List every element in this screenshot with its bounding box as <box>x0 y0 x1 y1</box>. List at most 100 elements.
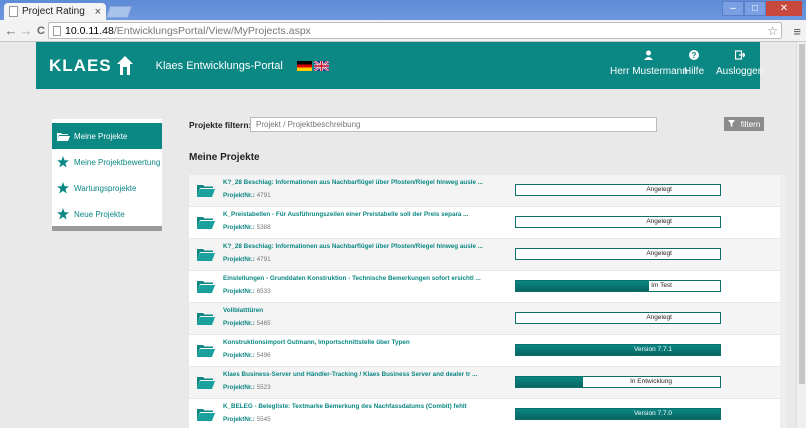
status-progress-bar: Version 7.7.1 <box>515 344 721 356</box>
page-scrollbar[interactable] <box>796 42 806 428</box>
project-number: ProjektNr.: 4791 <box>223 192 271 199</box>
status-progress-fill <box>516 377 584 387</box>
uk-flag-icon[interactable] <box>313 59 330 72</box>
folder-icon <box>197 312 215 328</box>
table-row[interactable]: Einstellungen - Grunddaten Konstruktion … <box>189 271 786 303</box>
status-progress-fill <box>516 345 720 355</box>
filter-button[interactable]: filtern <box>724 117 764 131</box>
browser-menu-icon[interactable]: ≡ <box>793 24 801 39</box>
folder-icon <box>197 184 215 200</box>
status-text: Im Test <box>651 282 672 289</box>
star-icon <box>56 182 70 194</box>
help-link[interactable]: ? Hilfe <box>684 50 704 77</box>
logout-link[interactable]: Ausloggen <box>716 50 763 77</box>
project-number-value: 5496 <box>256 352 271 359</box>
status-progress-bar: Angelegt <box>515 312 721 324</box>
status-text: Angelegt <box>646 250 672 257</box>
table-row[interactable]: Klaes Business-Server und Händler-Tracki… <box>189 367 786 399</box>
project-number-value: 6533 <box>256 288 271 295</box>
project-title[interactable]: K_Preistabellen - Für Ausführungszeilen … <box>223 211 468 218</box>
project-title[interactable]: K_BELEG - Belegliste: Textmarke Bemerkun… <box>223 403 467 410</box>
project-number-value: 4791 <box>256 256 271 263</box>
table-row[interactable]: Konstruktionsimport Gutmann, Importschni… <box>189 335 786 367</box>
project-number-label: ProjektNr.: <box>223 384 255 391</box>
folder-icon <box>197 344 215 360</box>
star-icon <box>56 208 70 220</box>
back-icon[interactable]: ← <box>4 23 18 38</box>
status-progress-bar: Angelegt <box>515 216 721 228</box>
status-text: In Entwicklung <box>630 378 672 385</box>
project-number: ProjektNr.: 5496 <box>223 352 271 359</box>
sidebar-item-label: Meine Projektbewertung <box>74 157 161 167</box>
user-menu[interactable]: Herr Mustermann <box>610 50 688 77</box>
forward-icon[interactable]: → <box>19 23 33 38</box>
project-number-value: 5388 <box>256 224 271 231</box>
filter-button-label: filtern <box>740 119 761 129</box>
status-text: Angelegt <box>646 218 672 225</box>
browser-titlebar: Project Rating × – □ ✕ <box>0 0 806 20</box>
new-tab-button[interactable] <box>106 6 132 18</box>
project-title[interactable]: K?_28 Beschlag: Informationen aus Nachba… <box>223 179 483 186</box>
sidebar-item-neue-projekte[interactable]: Neue Projekte <box>52 201 162 227</box>
table-row[interactable]: K?_28 Beschlag: Informationen aus Nachba… <box>189 175 786 207</box>
list-scrollbar[interactable] <box>780 175 786 428</box>
logout-label: Ausloggen <box>716 66 764 77</box>
browser-toolbar: ← → C 10.0.11.48 /EntwicklungsPortal/Vie… <box>0 20 806 42</box>
german-flag-icon[interactable] <box>296 60 312 71</box>
table-row[interactable]: K?_28 Beschlag: Informationen aus Nachba… <box>189 239 786 271</box>
project-number-label: ProjektNr.: <box>223 224 255 231</box>
project-number-value: 5523 <box>256 384 271 391</box>
browser-tab[interactable]: Project Rating × <box>4 3 106 20</box>
folder-icon <box>197 216 215 232</box>
status-text: Version 7.7.1 <box>634 346 672 353</box>
page-icon <box>53 25 61 36</box>
bookmark-star-icon[interactable]: ☆ <box>767 24 778 38</box>
project-title[interactable]: K?_28 Beschlag: Informationen aus Nachba… <box>223 243 483 250</box>
project-title[interactable]: Einstellungen - Grunddaten Konstruktion … <box>223 275 481 282</box>
klaes-logo[interactable]: KLAES <box>49 57 112 74</box>
filter-funnel-icon <box>727 119 735 129</box>
folder-icon <box>197 408 215 424</box>
scrollbar-thumb[interactable] <box>799 44 805 384</box>
project-title[interactable]: Klaes Business-Server und Händler-Tracki… <box>223 371 477 378</box>
folder-icon <box>197 248 215 264</box>
address-bar[interactable]: 10.0.11.48 /EntwicklungsPortal/View/MyPr… <box>48 22 782 39</box>
status-text: Version 7.7.0 <box>634 410 672 417</box>
status-text: Angelegt <box>646 186 672 193</box>
page-content: KLAES Klaes Entwicklungs-Portal Herr Mus… <box>0 42 806 428</box>
project-number-label: ProjektNr.: <box>223 288 255 295</box>
maximize-icon[interactable]: □ <box>744 1 766 16</box>
help-icon: ? <box>689 50 699 64</box>
minimize-icon[interactable]: – <box>722 1 744 16</box>
table-row[interactable]: Vollblatttüren ProjektNr.: 5465 Angelegt <box>189 303 786 335</box>
sidebar-nav: Meine Projekte Meine Projektbewertung Wa… <box>52 119 162 231</box>
close-window-icon[interactable]: ✕ <box>766 1 802 16</box>
reload-icon[interactable]: C <box>34 25 48 37</box>
app-header: KLAES Klaes Entwicklungs-Portal Herr Mus… <box>36 42 763 89</box>
user-icon <box>644 50 654 64</box>
status-progress-bar: Angelegt <box>515 248 721 260</box>
status-progress-fill <box>516 281 649 291</box>
project-title[interactable]: Vollblatttüren <box>223 307 263 314</box>
table-row[interactable]: K_BELEG - Belegliste: Textmarke Bemerkun… <box>189 399 786 428</box>
project-filter-input[interactable] <box>250 117 657 132</box>
user-name: Herr Mustermann <box>610 66 688 77</box>
sidebar-item-meine-projekte[interactable]: Meine Projekte <box>52 123 162 149</box>
section-title: Meine Projekte <box>189 152 260 163</box>
status-progress-bar: Version 7.7.0 <box>515 408 721 420</box>
sidebar-item-wartungsprojekte[interactable]: Wartungsprojekte <box>52 175 162 201</box>
tab-close-icon[interactable]: × <box>95 6 101 18</box>
svg-text:?: ? <box>692 51 697 60</box>
project-number: ProjektNr.: 5465 <box>223 320 271 327</box>
url-path: /EntwicklungsPortal/View/MyProjects.aspx <box>113 24 311 37</box>
project-number-label: ProjektNr.: <box>223 192 255 199</box>
project-number-label: ProjektNr.: <box>223 320 255 327</box>
status-progress-bar: In Entwicklung <box>515 376 721 388</box>
project-number-value: 5545 <box>256 416 271 423</box>
project-number: ProjektNr.: 5523 <box>223 384 271 391</box>
project-title[interactable]: Konstruktionsimport Gutmann, Importschni… <box>223 339 410 346</box>
page-favicon-icon <box>9 6 18 17</box>
sidebar-item-meine-projektbewertung[interactable]: Meine Projektbewertung <box>52 149 162 175</box>
table-row[interactable]: K_Preistabellen - Für Ausführungszeilen … <box>189 207 786 239</box>
project-number: ProjektNr.: 5545 <box>223 416 271 423</box>
